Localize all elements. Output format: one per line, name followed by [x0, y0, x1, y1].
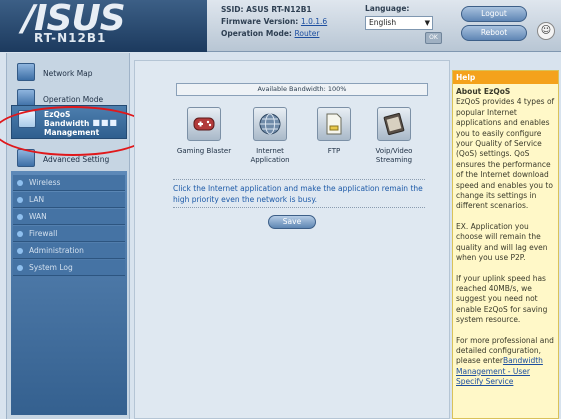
firmware-link[interactable]: 1.0.1.6 [301, 17, 327, 26]
language-ok-button[interactable]: OK [425, 32, 442, 44]
language-value: English [369, 18, 397, 27]
opmode-label: Operation Mode: [221, 29, 292, 38]
bullet-icon [17, 248, 23, 254]
help-body: About EzQoS EzQoS provides 4 types of po… [453, 84, 558, 401]
ezqos-label-line1: EzQoS [44, 110, 71, 119]
sidebar-item-administration[interactable]: Administration [13, 243, 125, 259]
advanced-setting-icon [17, 149, 35, 167]
save-button[interactable]: Save [268, 215, 316, 229]
app-internet-application[interactable]: Internet Application [239, 107, 301, 165]
sidebar-item-label: Wireless [29, 178, 61, 187]
ezqos-icon [18, 110, 36, 128]
router-info: SSID: ASUS RT-N12B1 Firmware Version: 1.… [221, 4, 327, 40]
help-paragraph: If your uplink speed has reached 40MB/s,… [456, 273, 548, 325]
bullet-icon [17, 180, 23, 186]
ssid-value: ASUS RT-N12B1 [246, 5, 312, 14]
app-label: Voip/Video Streaming [375, 147, 413, 164]
sidebar-item-label: LAN [29, 195, 45, 204]
globe-icon [253, 107, 287, 141]
ssid-label: SSID: [221, 5, 244, 14]
sidebar-item-system-log[interactable]: System Log [13, 260, 125, 276]
help-paragraph: EX. Application you choose will remain t… [456, 221, 548, 263]
ezqos-label-line2: Bandwidth [44, 119, 90, 128]
sidebar-item-wireless[interactable]: Wireless [13, 175, 125, 191]
help-title: Help [453, 71, 558, 84]
sidebar-item-label: WAN [29, 212, 47, 221]
app-gaming-blaster[interactable]: Gaming Blaster [173, 107, 235, 156]
help-heading: About EzQoS [456, 87, 511, 96]
bullet-icon [17, 231, 23, 237]
divider [173, 207, 425, 208]
sidebar-item-label: Advanced Setting [43, 155, 110, 164]
ftp-icon [317, 107, 351, 141]
help-paragraph: EzQoS provides 4 types of popular Intern… [456, 97, 555, 211]
brand-logo: /ISUS RT-N12B1 [0, 0, 207, 52]
language-select[interactable]: English ▼ [365, 16, 433, 30]
bullet-icon [17, 265, 23, 271]
bullet-icon [17, 214, 23, 220]
app-label: Internet Application [250, 147, 290, 164]
sidebar-item-ezqos[interactable]: EzQoS Bandwidth Management ■■■ [11, 105, 127, 139]
sidebar-item-firewall[interactable]: Firewall [13, 226, 125, 242]
active-indicator: ■■■ [92, 118, 118, 127]
app-voip-video-streaming[interactable]: Voip/Video Streaming [363, 107, 425, 165]
app-label: Gaming Blaster [176, 147, 232, 155]
language-label: Language: [365, 4, 410, 13]
firmware-label: Firmware Version: [221, 17, 299, 26]
main-content: Available Bandwidth: 100% Gaming Blaster… [134, 60, 450, 419]
video-icon [377, 107, 411, 141]
instruction-text: Click the Internet application and make … [173, 184, 423, 204]
ezqos-label-line3: Management [44, 128, 100, 137]
help-panel: Help About EzQoS EzQoS provides 4 types … [452, 70, 559, 419]
help-paragraph: For more professional and detailed confi… [456, 336, 555, 388]
opmode-link[interactable]: Router [295, 29, 320, 38]
sidebar-item-label: Operation Mode [43, 95, 104, 104]
advanced-submenu: Wireless LAN WAN Firewall Administration… [11, 171, 127, 415]
app-label: FTP [327, 147, 341, 155]
network-map-icon [17, 63, 35, 81]
gamepad-icon [187, 107, 221, 141]
sidebar-item-label: Administration [29, 246, 84, 255]
sidebar-item-label: Network Map [43, 69, 93, 78]
sidebar-item-lan[interactable]: LAN [13, 192, 125, 208]
sidebar-item-label: EzQoS Bandwidth Management [44, 110, 99, 137]
sidebar-item-label: Firewall [29, 229, 58, 238]
sidebar-item-advanced-setting[interactable]: Advanced Setting [11, 145, 127, 173]
globe-icon[interactable]: ☺ [537, 22, 555, 40]
reboot-button[interactable]: Reboot [461, 25, 527, 41]
sidebar: Network Map Operation Mode EzQoS Bandwid… [6, 53, 130, 419]
divider [173, 179, 425, 180]
sidebar-item-wan[interactable]: WAN [13, 209, 125, 225]
model-name: RT-N12B1 [34, 31, 107, 45]
sidebar-item-label: System Log [29, 263, 73, 272]
bullet-icon [17, 197, 23, 203]
header: /ISUS RT-N12B1 SSID: ASUS RT-N12B1 Firmw… [0, 0, 561, 52]
chevron-down-icon: ▼ [424, 19, 430, 27]
app-ftp[interactable]: FTP [303, 107, 365, 156]
sidebar-item-network-map[interactable]: Network Map [11, 59, 127, 87]
bandwidth-bar: Available Bandwidth: 100% [176, 83, 428, 96]
logout-button[interactable]: Logout [461, 6, 527, 22]
